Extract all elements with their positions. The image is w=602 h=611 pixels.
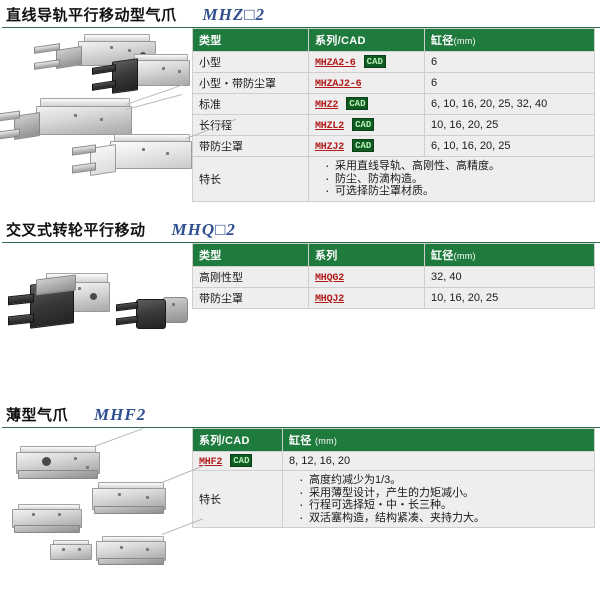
product-photo-mhz: [0, 28, 237, 204]
section-mhq: 交叉式转轮平行移动 MHQ□2 类型 系列 缸径(mm) 高刚性型 MHQG2 …: [0, 219, 602, 373]
cell-bore: 32, 40: [424, 266, 595, 288]
section-mhz: 直线导轨平行移动型气爪 MHZ□2 类型 系列/CAD 缸径(mm) 小型 MH…: [0, 4, 602, 204]
column-header-series: 系列/CAD: [192, 428, 283, 452]
cell-bore: 6: [424, 72, 595, 94]
column-header-series: 系列: [308, 243, 425, 267]
table-header-row: 类型 系列 缸径(mm): [192, 243, 595, 267]
cell-type: 小型・带防尘罩: [192, 72, 309, 94]
section-mhq-table-column: 类型 系列 缸径(mm) 高刚性型 MHQG2 32, 40 带防尘罩 MHQJ…: [192, 243, 602, 309]
series-link[interactable]: MHQJ2: [315, 294, 344, 305]
cell-type: 长行程: [192, 114, 309, 136]
table-header-row: 系列/CAD 缸径 (mm): [192, 428, 595, 452]
section-mhf-series-code: MHF2: [94, 405, 147, 424]
section-mhf-title: 薄型气爪 MHF2: [0, 404, 602, 427]
feature-item: 防尘、防滴构造。: [325, 172, 588, 186]
column-header-type: 类型: [192, 28, 309, 52]
section-mhz-series-code: MHZ□2: [202, 5, 266, 24]
section-mhf-title-text: 薄型气爪: [6, 407, 69, 424]
table-header-row: 类型 系列/CAD 缸径(mm): [192, 28, 595, 52]
section-mhq-title-text: 交叉式转轮平行移动: [6, 222, 146, 239]
feature-item: 行程可选择短・中・长三种。: [299, 498, 588, 512]
section-mhf-body: 系列/CAD 缸径 (mm) MHF2 CAD 8, 12, 16, 20 特长: [0, 428, 602, 596]
cell-type: 带防尘罩: [192, 287, 309, 309]
table-row: 带防尘罩 MHQJ2 10, 16, 20, 25: [192, 287, 595, 309]
section-mhf-table-column: 系列/CAD 缸径 (mm) MHF2 CAD 8, 12, 16, 20 特长: [192, 428, 602, 528]
section-mhf-photo-column: [0, 428, 205, 596]
feature-item: 采用直线导轨、高刚性、高精度。: [325, 159, 588, 173]
product-photo-mhq: [0, 243, 192, 373]
feature-item: 可选择防尘罩材质。: [325, 184, 588, 198]
features-cell: 高度约减少为1/3。 采用薄型设计，产生的力矩减小。 行程可选择短・中・长三种。…: [282, 470, 595, 528]
table-row-features: 特长 采用直线导轨、高刚性、高精度。 防尘、防滴构造。 可选择防尘罩材质。: [192, 156, 595, 202]
spec-table-mhf: 系列/CAD 缸径 (mm) MHF2 CAD 8, 12, 16, 20 特长: [192, 428, 595, 528]
cell-series: MHQJ2: [308, 287, 425, 309]
cell-series: MHZL2 CAD: [308, 114, 425, 136]
feature-item: 高度约减少为1/3。: [299, 473, 588, 487]
section-mhq-title: 交叉式转轮平行移动 MHQ□2: [0, 219, 602, 242]
cell-bore: 10, 16, 20, 25: [424, 114, 595, 136]
cad-badge[interactable]: CAD: [346, 97, 369, 110]
cad-badge[interactable]: CAD: [352, 118, 375, 131]
cell-type: 小型: [192, 51, 309, 73]
table-row: 高刚性型 MHQG2 32, 40: [192, 266, 595, 288]
features-label: 特长: [192, 470, 283, 528]
section-mhz-title-text: 直线导轨平行移动型气爪: [6, 7, 177, 24]
table-row-features: 特长 高度约减少为1/3。 采用薄型设计，产生的力矩减小。 行程可选择短・中・长…: [192, 470, 595, 528]
column-header-type: 类型: [192, 243, 309, 267]
cell-series: MHQG2: [308, 266, 425, 288]
features-list: 高度约减少为1/3。 采用薄型设计，产生的力矩减小。 行程可选择短・中・长三种。…: [289, 473, 588, 525]
table-row: 小型 MHZA2-6 CAD 6: [192, 51, 595, 73]
section-mhz-table-column: 类型 系列/CAD 缸径(mm) 小型 MHZA2-6 CAD 6 小型・带防尘…: [192, 28, 602, 202]
cad-badge[interactable]: CAD: [363, 55, 386, 68]
feature-item: 采用薄型设计，产生的力矩减小。: [299, 486, 588, 500]
cell-type: 标准: [192, 93, 309, 115]
column-header-bore: 缸径(mm): [424, 243, 595, 267]
cell-bore: 6: [424, 51, 595, 73]
section-mhq-photo-column: [0, 243, 192, 373]
series-link[interactable]: MHQG2: [315, 273, 344, 284]
section-mhq-body: 类型 系列 缸径(mm) 高刚性型 MHQG2 32, 40 带防尘罩 MHQJ…: [0, 243, 602, 373]
cell-type: 高刚性型: [192, 266, 309, 288]
table-row: MHF2 CAD 8, 12, 16, 20: [192, 451, 595, 471]
section-mhz-body: 类型 系列/CAD 缸径(mm) 小型 MHZA2-6 CAD 6 小型・带防尘…: [0, 28, 602, 204]
cell-bore: 8, 12, 16, 20: [282, 451, 595, 471]
cell-series: MHF2 CAD: [192, 451, 283, 471]
cell-type: 带防尘罩: [192, 135, 309, 157]
column-header-bore: 缸径(mm): [424, 28, 595, 52]
cad-badge[interactable]: CAD: [230, 454, 253, 467]
cell-series: MHZAJ2-6: [308, 72, 425, 94]
section-mhz-photo-column: [0, 28, 237, 204]
features-label: 特长: [192, 156, 309, 202]
feature-item: 双活塞构造，结构紧凑、夹持力大。: [299, 511, 588, 525]
spec-table-mhq: 类型 系列 缸径(mm) 高刚性型 MHQG2 32, 40 带防尘罩 MHQJ…: [192, 243, 595, 309]
section-mhf: 薄型气爪 MHF2 系列/CAD 缸径 (mm) MHF2 CAD 8, 12,…: [0, 404, 602, 596]
column-header-series: 系列/CAD: [308, 28, 425, 52]
table-row: 小型・带防尘罩 MHZAJ2-6 6: [192, 72, 595, 94]
series-link[interactable]: MHZ2: [315, 100, 338, 111]
features-cell: 采用直线导轨、高刚性、高精度。 防尘、防滴构造。 可选择防尘罩材质。: [308, 156, 595, 202]
cell-series: MHZA2-6 CAD: [308, 51, 425, 73]
cell-bore: 6, 10, 16, 20, 25, 32, 40: [424, 93, 595, 115]
table-row: 长行程 MHZL2 CAD 10, 16, 20, 25: [192, 114, 595, 136]
section-mhz-title: 直线导轨平行移动型气爪 MHZ□2: [0, 4, 602, 27]
spec-table-mhz: 类型 系列/CAD 缸径(mm) 小型 MHZA2-6 CAD 6 小型・带防尘…: [192, 28, 595, 202]
column-header-bore: 缸径 (mm): [282, 428, 595, 452]
cell-series: MHZ2 CAD: [308, 93, 425, 115]
product-photo-mhf: [0, 428, 205, 596]
series-link[interactable]: MHZL2: [315, 121, 344, 132]
cell-series: MHZJ2 CAD: [308, 135, 425, 157]
cad-badge[interactable]: CAD: [352, 139, 375, 152]
table-row: 标准 MHZ2 CAD 6, 10, 16, 20, 25, 32, 40: [192, 93, 595, 115]
series-link[interactable]: MHZAJ2-6: [315, 79, 362, 90]
series-link[interactable]: MHZA2-6: [315, 58, 356, 69]
cell-bore: 10, 16, 20, 25: [424, 287, 595, 309]
cell-bore: 6, 10, 16, 20, 25: [424, 135, 595, 157]
table-row: 带防尘罩 MHZJ2 CAD 6, 10, 16, 20, 25: [192, 135, 595, 157]
features-list: 采用直线导轨、高刚性、高精度。 防尘、防滴构造。 可选择防尘罩材质。: [315, 159, 588, 199]
section-mhq-series-code: MHQ□2: [171, 220, 236, 239]
series-link[interactable]: MHZJ2: [315, 142, 344, 153]
